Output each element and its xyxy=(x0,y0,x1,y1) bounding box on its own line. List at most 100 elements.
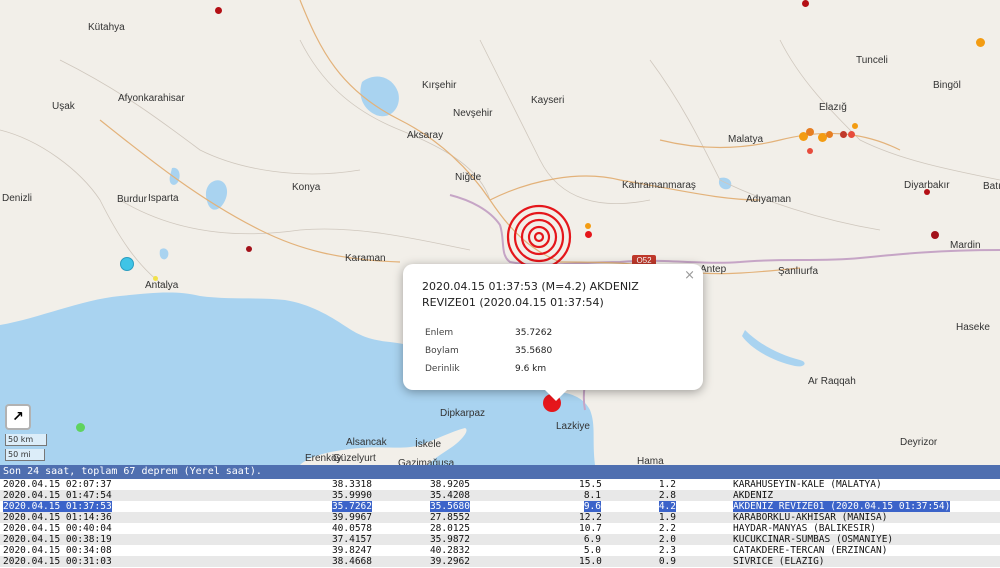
close-icon[interactable]: × xyxy=(684,268,695,283)
city-label: Kahramanmaraş xyxy=(622,180,696,191)
cell-mag-text: 1.9 xyxy=(658,512,676,523)
quake-marker[interactable] xyxy=(246,246,252,252)
cell-lat-text: 39.8247 xyxy=(331,545,372,556)
quake-marker[interactable] xyxy=(585,231,592,238)
cell-depth: 5.0 xyxy=(579,545,601,556)
quake-marker[interactable] xyxy=(806,128,814,136)
table-row[interactable]: 2020.04.15 01:47:54 35.9990 35.4208 8.1 2.8 A… xyxy=(0,490,1000,501)
city-label: Gazimağusa xyxy=(398,458,455,465)
quake-marker[interactable] xyxy=(852,123,858,129)
city-label: Haseke xyxy=(956,322,990,333)
cell-depth: 8.1 xyxy=(579,490,601,501)
cell-lon: 27.8552 xyxy=(415,512,470,523)
cell-time-text: 2020.04.15 01:14:36 xyxy=(3,512,112,523)
cell-lon-text: 38.9205 xyxy=(429,479,470,490)
cell-mag-text: 2.2 xyxy=(658,523,676,534)
cell-depth-text: 9.6 xyxy=(583,501,601,512)
table-row[interactable]: 2020.04.15 00:34:08 39.8247 40.2832 5.0 2.3 C… xyxy=(0,545,1000,556)
cell-time: 2020.04.15 00:40:04 xyxy=(3,523,112,534)
cell-place-text: KARABORKLU-AKHISAR (MANISA) xyxy=(733,512,888,523)
expand-arrow-icon[interactable]: ↗ xyxy=(5,404,31,430)
map-base xyxy=(0,0,1000,465)
city-label: Kırşehir xyxy=(422,80,457,91)
cell-depth: 15.0 xyxy=(579,556,602,567)
cell-lat-text: 35.9990 xyxy=(331,490,372,501)
cell-lon: 39.2962 xyxy=(415,556,470,567)
cell-lon-text: 39.2962 xyxy=(429,556,470,567)
cell-place: HAYDAR-MANYAS (BALIKESIR) xyxy=(733,523,876,534)
table-row[interactable]: 2020.04.15 00:40:04 40.0578 28.0125 10.7 2.2… xyxy=(0,523,1000,534)
quake-marker[interactable] xyxy=(585,223,591,229)
cell-lat-text: 38.3318 xyxy=(331,479,372,490)
cell-depth: 12.2 xyxy=(579,512,602,523)
cell-mag: 4.2 xyxy=(658,501,676,512)
cell-mag-text: 2.8 xyxy=(658,490,676,501)
cell-place: CATAKDERE-TERCAN (ERZINCAN) xyxy=(733,545,887,556)
quake-marker[interactable] xyxy=(153,276,158,281)
table-row[interactable]: 2020.04.15 01:37:53 35.7262 35.5680 9.6 4.2 A… xyxy=(0,501,1000,512)
cell-time-text: 2020.04.15 00:31:03 xyxy=(3,556,112,567)
map-view[interactable]: Kütahya Kırşehir Tunceli Bingöl Uşak Afyonkar… xyxy=(0,0,1000,465)
cell-lat: 38.3318 xyxy=(327,479,372,490)
cell-depth: 6.9 xyxy=(579,534,601,545)
cell-lon: 35.4208 xyxy=(415,490,470,501)
city-label: Karaman xyxy=(345,253,386,264)
quake-marker[interactable] xyxy=(976,38,985,47)
quake-marker[interactable] xyxy=(76,423,85,432)
city-label: Niğde xyxy=(455,172,482,183)
cell-place: KUCUKCINAR-SUMBAS (OSMANIYE) xyxy=(733,534,893,545)
cell-lon-text: 35.5680 xyxy=(429,501,470,512)
quake-marker[interactable] xyxy=(848,131,855,138)
cell-place-text: HAYDAR-MANYAS (BALIKESIR) xyxy=(733,523,876,534)
cell-lat: 35.7262 xyxy=(327,501,372,512)
cell-depth-text: 15.0 xyxy=(579,556,602,567)
city-label: Batı xyxy=(983,181,1000,192)
cell-mag: 2.2 xyxy=(658,523,676,534)
cell-time: 2020.04.15 00:31:03 xyxy=(3,556,112,567)
quake-marker[interactable] xyxy=(120,257,134,271)
cell-place-text: KUCUKCINAR-SUMBAS (OSMANIYE) xyxy=(733,534,894,545)
city-label: Güzelyurt xyxy=(333,453,376,464)
quake-marker[interactable] xyxy=(840,131,847,138)
list-summary: Son 24 saat, toplam 67 deprem (Yerel saa… xyxy=(0,465,1000,479)
city-label: Bingöl xyxy=(933,80,961,91)
quake-marker[interactable] xyxy=(807,148,813,154)
quake-marker[interactable] xyxy=(802,0,809,7)
table-row[interactable]: 2020.04.15 02:07:37 38.3318 38.9205 15.5 1.2… xyxy=(0,479,1000,490)
earthquake-list-panel: Son 24 saat, toplam 67 deprem (Yerel saa… xyxy=(0,465,1000,568)
quake-marker[interactable] xyxy=(826,131,833,138)
city-label: İskele xyxy=(415,439,442,450)
cell-time-text: 2020.04.15 00:38:19 xyxy=(3,534,112,545)
cell-depth-text: 5.0 xyxy=(583,545,601,556)
city-label: Ar Raqqah xyxy=(808,376,856,387)
cell-lat: 39.8247 xyxy=(327,545,372,556)
city-label: Nevşehir xyxy=(453,108,493,119)
longitude-label: Boylam xyxy=(425,346,459,356)
table-row[interactable]: 2020.04.15 00:31:03 38.4668 39.2962 15.0 0.9… xyxy=(0,556,1000,567)
quake-marker[interactable] xyxy=(931,231,939,239)
cell-depth: 10.7 xyxy=(579,523,602,534)
cell-place: AKDENIZ xyxy=(733,490,773,501)
cell-lat: 38.4668 xyxy=(327,556,372,567)
cell-place: KARAHUSEYIN-KALE (MALATYA) xyxy=(733,479,882,490)
cell-time: 2020.04.15 01:37:53 xyxy=(3,501,112,512)
city-label: Antalya xyxy=(145,280,179,291)
table-row[interactable]: 2020.04.15 01:14:36 39.9967 27.8552 12.2 1.9… xyxy=(0,512,1000,523)
quake-marker[interactable] xyxy=(924,189,930,195)
quake-marker[interactable] xyxy=(215,7,222,14)
epicenter-pulse-icon[interactable] xyxy=(505,203,573,271)
cell-lon-text: 35.4208 xyxy=(429,490,470,501)
city-label: Tunceli xyxy=(856,55,888,66)
city-label: Dipkarpaz xyxy=(440,408,486,419)
cell-lat-text: 35.7262 xyxy=(331,501,372,512)
cell-place-text: KARAHUSEYIN-KALE (MALATYA) xyxy=(733,479,882,490)
city-label: Şanlıurfa xyxy=(778,266,819,277)
cell-depth-text: 10.7 xyxy=(579,523,602,534)
cell-mag: 1.9 xyxy=(658,512,676,523)
cell-time-text: 2020.04.15 00:40:04 xyxy=(3,523,112,534)
table-row[interactable]: 2020.04.15 00:38:19 37.4157 35.9872 6.9 2.0 K… xyxy=(0,534,1000,545)
depth-label: Derinlik xyxy=(425,364,460,374)
cell-place: KARABORKLU-AKHISAR (MANISA) xyxy=(733,512,887,523)
cell-place: AKDENIZ REVIZE01 (2020.04.15 01:37:54) xyxy=(733,501,951,512)
cell-depth: 9.6 xyxy=(579,501,601,512)
